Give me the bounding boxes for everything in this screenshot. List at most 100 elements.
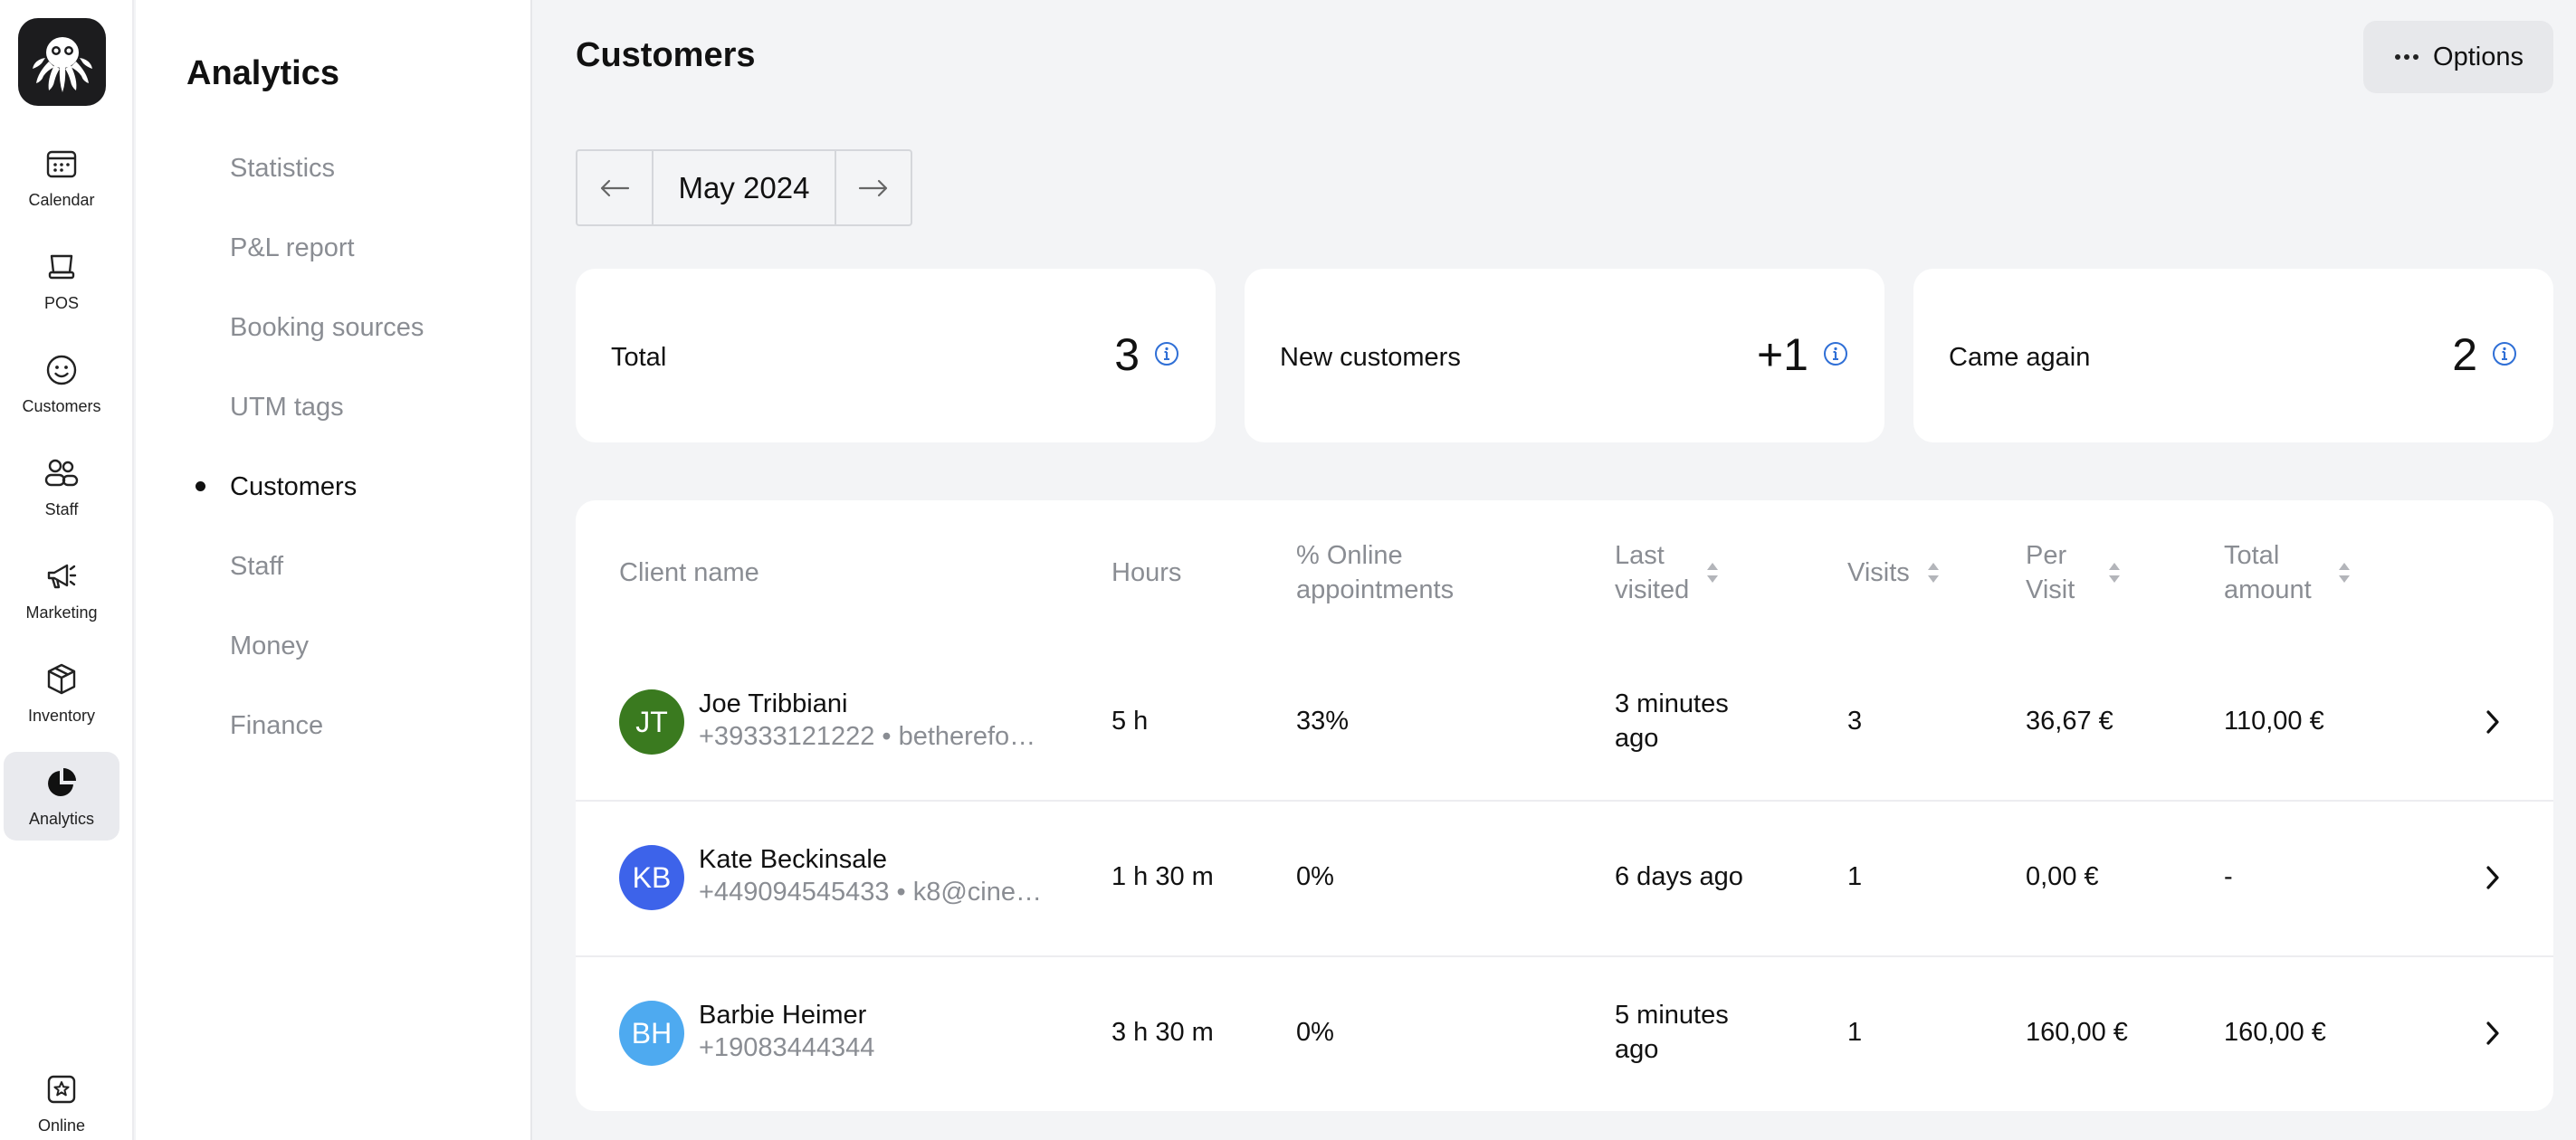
sort-icon	[2107, 561, 2122, 584]
cell-per-visit: 36,67 €	[2026, 707, 2113, 736]
sort-icon	[1926, 561, 1941, 584]
rail-item-label: Online	[37, 1116, 86, 1135]
customers-table: Client name Hours % Online appointments …	[576, 500, 2553, 1111]
column-header-per-visit[interactable]: Per Visit	[2026, 538, 2122, 607]
month-navigator: May 2024	[576, 149, 912, 226]
cell-visits: 1	[1847, 1018, 1863, 1047]
subnav-title: Analytics	[186, 54, 339, 92]
rail-item-label: Calendar	[28, 191, 95, 209]
pos-icon	[43, 249, 80, 285]
subnav-item-statistics[interactable]: Statistics	[230, 154, 335, 184]
client-name: Joe Tribbiani	[699, 689, 848, 718]
active-bullet	[196, 481, 205, 491]
stat-value: 2	[2452, 329, 2477, 380]
chevron-right-icon[interactable]	[2484, 708, 2502, 736]
stat-value: 3	[1114, 329, 1140, 380]
subnav-item-pl-report[interactable]: P&L report	[230, 233, 355, 263]
staff-icon	[43, 455, 80, 491]
octopus-icon	[32, 36, 92, 92]
rail-item-customers[interactable]: Customers	[4, 339, 119, 428]
subnav-item-money[interactable]: Money	[230, 632, 309, 661]
options-button[interactable]: Options	[2363, 21, 2553, 93]
pie-chart-icon	[43, 765, 80, 801]
column-header-online-appointments[interactable]: % Online appointments	[1296, 538, 1454, 607]
stat-card-new-customers: New customers +1	[1245, 269, 1884, 442]
header-label: Total amount	[2224, 541, 2312, 604]
chevron-right-icon[interactable]	[2484, 863, 2502, 892]
smiley-icon	[43, 352, 80, 388]
app-rail: Calendar POS Customers Staff Marketing I…	[0, 0, 134, 1140]
analytics-subnav: Analytics Statistics P&L report Booking …	[136, 0, 532, 1140]
arrow-right-icon	[858, 179, 888, 196]
column-header-visits[interactable]: Visits	[1847, 556, 1941, 590]
cell-per-visit: 160,00 €	[2026, 1018, 2128, 1047]
rail-item-staff[interactable]: Staff	[4, 442, 119, 531]
rail-item-inventory[interactable]: Inventory	[4, 649, 119, 737]
stat-label: Total	[611, 343, 667, 372]
cell-visits: 1	[1847, 862, 1863, 891]
column-header-hours[interactable]: Hours	[1111, 556, 1181, 590]
table-row[interactable]: BH Barbie Heimer +19083444344 3 h 30 m 0…	[576, 955, 2553, 1111]
client-contact: +19083444344	[699, 1033, 875, 1062]
subnav-item-utm-tags[interactable]: UTM tags	[230, 393, 344, 423]
subnav-item-finance[interactable]: Finance	[230, 711, 323, 741]
header-label: Visits	[1847, 558, 1910, 587]
current-month: May 2024	[652, 151, 836, 224]
subnav-item-booking-sources[interactable]: Booking sources	[230, 313, 424, 343]
stat-value: +1	[1756, 329, 1808, 380]
cell-last-visited: 6 days ago	[1615, 862, 1743, 891]
rail-item-online[interactable]: Online	[4, 1060, 119, 1138]
rail-item-analytics[interactable]: Analytics	[4, 752, 119, 841]
rail-item-label: Inventory	[27, 707, 96, 725]
ellipsis-icon	[2393, 52, 2420, 62]
info-icon[interactable]	[1823, 341, 1848, 366]
cell-hours: 1 h 30 m	[1111, 862, 1214, 891]
avatar: BH	[619, 1001, 684, 1066]
rail-item-pos[interactable]: POS	[4, 236, 119, 325]
cell-online: 0%	[1296, 1018, 1334, 1047]
cell-last-visited: 3 minutes ago	[1615, 689, 1729, 753]
calendar-icon	[43, 146, 80, 182]
rail-item-label: POS	[43, 294, 79, 312]
subnav-item-customers[interactable]: Customers	[230, 472, 357, 502]
cell-total-amount: 110,00 €	[2224, 707, 2324, 736]
rail-item-marketing[interactable]: Marketing	[4, 546, 119, 634]
rail-item-calendar[interactable]: Calendar	[4, 133, 119, 222]
avatar: JT	[619, 689, 684, 755]
info-icon[interactable]	[2492, 341, 2517, 366]
header-label: Last visited	[1615, 541, 1690, 604]
stat-label: New customers	[1280, 343, 1461, 372]
table-row[interactable]: JT Joe Tribbiani +39333121222 • betheref…	[576, 644, 2553, 800]
client-contact: +449094545433 • k8@cine…	[699, 878, 1043, 907]
info-icon[interactable]	[1154, 341, 1179, 366]
next-month-button[interactable]	[836, 151, 911, 224]
rail-item-label: Analytics	[28, 810, 95, 828]
sort-icon	[2337, 561, 2352, 584]
octopus-logo[interactable]	[18, 18, 106, 106]
client-name: Kate Beckinsale	[699, 845, 887, 874]
header-label: % Online appointments	[1296, 541, 1455, 604]
page-title: Customers	[576, 36, 756, 74]
stat-card-came-again: Came again 2	[1913, 269, 2553, 442]
rail-item-label: Marketing	[25, 603, 98, 622]
subnav-item-staff[interactable]: Staff	[230, 552, 283, 582]
options-label: Options	[2433, 42, 2524, 71]
header-label: Client name	[619, 558, 759, 587]
cell-total-amount: 160,00 €	[2224, 1018, 2326, 1047]
box-icon	[43, 661, 80, 698]
cell-total-amount: -	[2224, 862, 2233, 891]
column-header-client-name[interactable]: Client name	[619, 556, 759, 590]
cell-visits: 3	[1847, 707, 1863, 736]
previous-month-button[interactable]	[577, 151, 652, 224]
column-header-last-visited[interactable]: Last visited	[1615, 538, 1720, 607]
row-divider	[576, 955, 2553, 957]
client-name: Barbie Heimer	[699, 1001, 867, 1030]
cell-last-visited: 5 minutes ago	[1615, 1001, 1729, 1064]
column-header-total-amount[interactable]: Total amount	[2224, 538, 2352, 607]
rail-item-label: Customers	[22, 397, 101, 415]
row-divider	[576, 800, 2553, 802]
chevron-right-icon[interactable]	[2484, 1019, 2502, 1048]
header-label: Hours	[1111, 558, 1182, 587]
stat-card-total: Total 3	[576, 269, 1216, 442]
table-row[interactable]: KB Kate Beckinsale +449094545433 • k8@ci…	[576, 800, 2553, 955]
